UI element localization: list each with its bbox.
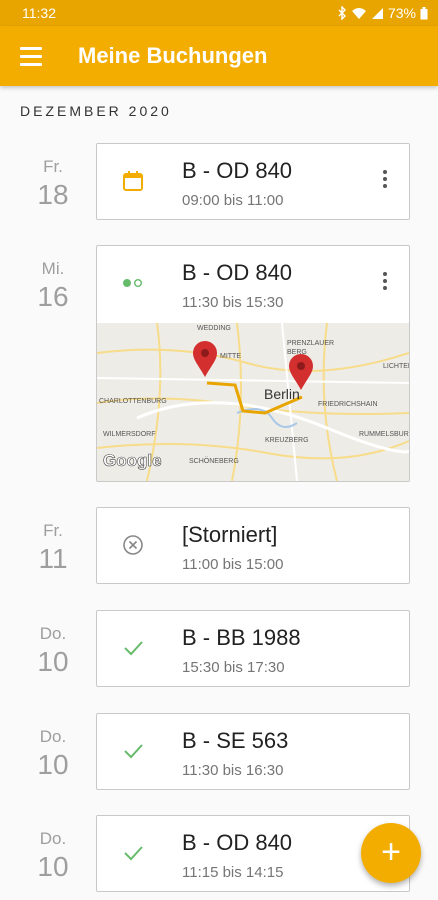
map-label: LICHTENBERG <box>383 363 409 370</box>
booking-weekday: Do. <box>39 624 67 643</box>
bluetooth-icon <box>338 6 346 20</box>
status-time: 11:32 <box>22 5 56 21</box>
add-booking-button[interactable]: + <box>361 823 421 883</box>
signal-icon <box>371 7 383 19</box>
check-icon <box>121 841 145 865</box>
map-label: WEDDING <box>197 325 231 332</box>
booking-card[interactable]: B - OD 840 09:00 bis 11:00 <box>96 143 410 220</box>
booking-date: Do. 10 <box>28 624 78 678</box>
google-logo: Google <box>103 451 162 471</box>
booking-plate: B - OD 840 <box>182 158 293 183</box>
route-map[interactable]: WEDDING PRENZLAUER BERG MITTE Berlin CHA… <box>97 323 409 481</box>
add-icon: + <box>381 833 401 871</box>
booking-weekday: Do. <box>39 727 67 746</box>
booking-date: Do. 10 <box>28 829 78 883</box>
booking-card[interactable]: [Storniert] 11:00 bis 15:00 <box>96 507 410 584</box>
more-options-icon[interactable] <box>379 170 391 194</box>
app-bar: Meine Buchungen <box>0 26 438 86</box>
booking-day: 10 <box>37 851 69 882</box>
more-options-icon[interactable] <box>379 272 391 296</box>
booking-plate: B - BB 1988 <box>182 625 301 650</box>
map-label: SCHÖNEBERG <box>189 458 239 465</box>
map-label: FRIEDRICHSHAIN <box>318 401 378 408</box>
map-label: MITTE <box>220 353 241 360</box>
booking-card[interactable]: B - OD 840 11:30 bis 15:30 WEDDING PRENZ… <box>96 245 410 482</box>
check-icon <box>121 739 145 763</box>
map-pin-icon <box>193 341 217 377</box>
booking-weekday: Do. <box>39 829 67 848</box>
hamburger-menu-icon[interactable] <box>18 44 44 68</box>
booking-card[interactable]: B - BB 1988 15:30 bis 17:30 <box>96 610 410 687</box>
booking-times: 15:30 bis 17:30 <box>182 659 285 676</box>
page-title: Meine Buchungen <box>78 43 268 68</box>
booking-day: 18 <box>37 179 69 210</box>
battery-icon <box>420 6 428 19</box>
month-header: DEZEMBER 2020 <box>20 103 172 119</box>
booking-plate: B - OD 840 <box>182 260 293 285</box>
booking-day: 10 <box>37 749 69 780</box>
booking-weekday: Mi. <box>41 259 65 278</box>
booking-weekday: Fr. <box>43 521 63 540</box>
booking-day: 11 <box>38 543 68 574</box>
map-label: PRENZLAUER BERG <box>287 340 335 356</box>
booking-card[interactable]: B - SE 563 11:30 bis 16:30 <box>96 713 410 790</box>
booking-date: Fr. 11 <box>28 521 78 575</box>
map-label: Berlin <box>264 386 300 402</box>
booking-times: 11:00 bis 15:00 <box>182 556 284 573</box>
in-progress-dots-icon <box>121 271 145 295</box>
status-icons: 73% <box>337 5 428 21</box>
booking-day: 16 <box>37 281 69 312</box>
booking-date: Fr. 18 <box>28 157 78 211</box>
booking-plate: B - SE 563 <box>182 728 289 753</box>
map-label: RUMMELSBURG <box>359 431 409 438</box>
booking-times: 11:15 bis 14:15 <box>182 864 284 881</box>
booking-day: 10 <box>37 646 69 677</box>
booking-times: 11:30 bis 16:30 <box>182 762 284 779</box>
status-bar: 11:32 73% <box>0 0 438 26</box>
cancelled-circle-x-icon <box>121 533 145 557</box>
wifi-icon <box>351 7 366 19</box>
check-icon <box>121 636 145 660</box>
map-label: CHARLOTTENBURG <box>99 398 167 405</box>
map-label: KREUZBERG <box>265 437 309 444</box>
booking-plate: B - OD 840 <box>182 830 293 855</box>
booking-date: Do. 10 <box>28 727 78 781</box>
booking-times: 09:00 bis 11:00 <box>182 192 284 209</box>
booking-plate: [Storniert] <box>182 522 278 547</box>
battery-percent: 73% <box>387 5 416 21</box>
booking-times: 11:30 bis 15:30 <box>182 294 284 311</box>
booking-weekday: Fr. <box>43 157 63 176</box>
booking-date: Mi. 16 <box>28 259 78 313</box>
map-label: WILMERSDORF <box>103 431 156 438</box>
calendar-icon <box>121 169 145 193</box>
